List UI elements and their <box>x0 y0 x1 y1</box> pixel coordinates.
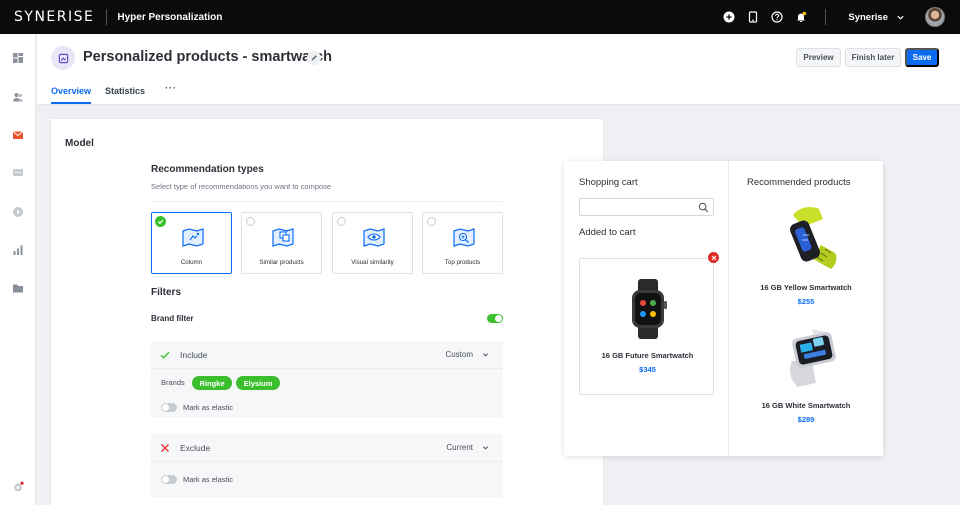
include-mode-value: Custom <box>445 350 473 359</box>
settings-gear-icon[interactable] <box>11 480 25 494</box>
remove-item-icon[interactable] <box>708 252 719 263</box>
recommended-product-price: $289 <box>797 415 815 424</box>
chevron-down-icon <box>897 15 904 20</box>
filters-title: Filters <box>151 287 182 298</box>
exclude-mode-select[interactable]: Current <box>446 443 489 452</box>
recommended-product-name: 16 GB White Smartwatch <box>761 401 851 410</box>
workspace-selector[interactable]: Synerise <box>848 12 905 23</box>
selected-check-icon <box>155 216 166 227</box>
app-title: Hyper Personalization <box>117 11 223 23</box>
include-mode-select[interactable]: Custom <box>445 350 489 359</box>
recommendation-types-title: Recommendation types <box>151 164 264 175</box>
column-recommendation-icon <box>182 228 204 247</box>
analytics-icon[interactable] <box>11 243 25 257</box>
recommendation-preview: Shopping cart Added to cart 16 GB Future… <box>564 161 883 456</box>
topbar-actions: Synerise <box>717 0 960 34</box>
cart-product-card[interactable]: 16 GB Future Smartwatch $345 <box>579 258 714 395</box>
communication-icon[interactable] <box>11 166 25 180</box>
save-button[interactable]: Save <box>905 48 939 67</box>
help-icon[interactable] <box>765 0 789 34</box>
exclude-header: Exclude Current <box>151 434 503 462</box>
include-panel: Include Custom Brands Ringke Elysium Mar… <box>151 341 503 417</box>
edit-title-icon[interactable] <box>307 51 321 65</box>
assets-folder-icon[interactable] <box>11 281 25 295</box>
rec-type-visual-similarity[interactable]: Visual similarity <box>332 212 413 274</box>
include-elastic-toggle[interactable] <box>161 403 177 412</box>
campaigns-mail-icon[interactable] <box>11 128 25 142</box>
radio-button[interactable] <box>246 217 255 226</box>
finish-later-button[interactable]: Finish later <box>845 48 901 67</box>
recommended-product-price: $255 <box>797 297 815 306</box>
radio-button[interactable] <box>427 217 436 226</box>
exclude-x-icon <box>161 444 169 452</box>
top-products-icon <box>453 228 475 247</box>
tab-bar: Overview Statistics ··· <box>51 83 191 104</box>
exclude-elastic-label: Mark as elastic <box>183 475 234 484</box>
recommendation-types-subtitle: Select type of recommendations you want … <box>151 182 332 191</box>
workspace-name: Synerise <box>848 11 888 23</box>
recommended-products-title: Recommended products <box>747 177 851 188</box>
topbar-divider-right <box>825 9 827 25</box>
sidebar <box>0 34 36 505</box>
user-avatar[interactable] <box>925 7 945 27</box>
chevron-down-icon <box>482 353 489 357</box>
brand-filter-label: Brand filter <box>151 314 194 323</box>
include-check-icon <box>160 351 170 359</box>
exclude-mode-value: Current <box>446 443 473 452</box>
similar-products-icon <box>272 228 294 247</box>
brands-label: Brands <box>161 378 185 387</box>
synerise-logo[interactable]: SYNERISE <box>14 9 94 25</box>
rec-type-label: Similar products <box>259 259 304 266</box>
rec-type-similar-products[interactable]: Similar products <box>241 212 322 274</box>
personalization-icon <box>51 46 75 70</box>
more-tabs-icon[interactable]: ··· <box>165 83 177 104</box>
cart-product-price: $345 <box>639 365 656 374</box>
brand-filter-toggle[interactable] <box>487 314 503 323</box>
topbar-divider <box>106 9 108 25</box>
added-to-cart-title: Added to cart <box>579 227 636 238</box>
rec-type-label: Column <box>180 259 203 266</box>
white-smartwatch-image <box>790 329 836 387</box>
rec-type-label: Top products <box>444 259 481 266</box>
include-elastic-label: Mark as elastic <box>183 403 234 412</box>
rec-type-label: Visual similarity <box>351 259 394 266</box>
automation-play-icon[interactable] <box>11 205 25 219</box>
exclude-panel: Exclude Current Mark as elastic <box>151 434 503 497</box>
page-header: Personalized products - smartwatch Previ… <box>37 34 960 105</box>
recommended-product-name: 16 GB Yellow Smartwatch <box>760 283 852 292</box>
model-card: Model Recommendation types Select type o… <box>51 119 603 505</box>
exclude-label: Exclude <box>180 443 211 453</box>
tab-overview[interactable]: Overview <box>51 86 92 104</box>
notification-bell-icon[interactable] <box>789 0 813 34</box>
cart-search-input[interactable] <box>579 198 714 216</box>
cart-product-name: 16 GB Future Smartwatch <box>601 351 694 360</box>
chevron-down-icon <box>482 446 489 450</box>
include-label: Include <box>180 350 208 360</box>
black-smartwatch-image <box>632 279 667 339</box>
rec-type-top-products[interactable]: Top products <box>422 212 503 274</box>
search-icon <box>698 202 709 213</box>
preview-button[interactable]: Preview <box>796 48 841 67</box>
rec-type-column[interactable]: Column <box>151 212 232 274</box>
section-divider <box>151 201 503 202</box>
tablet-icon[interactable] <box>741 0 765 34</box>
shopping-cart-title: Shopping cart <box>579 177 638 188</box>
page-title: Personalized products - smartwatch <box>83 49 332 65</box>
yellow-smartwatch-image <box>790 207 837 269</box>
brand-chip-elysium[interactable]: Elysium <box>236 376 280 390</box>
tab-statistics[interactable]: Statistics <box>105 86 145 104</box>
visual-similarity-eye-icon <box>363 228 385 247</box>
dashboard-icon[interactable] <box>11 51 25 65</box>
brand-chip-ringke[interactable]: Ringke <box>192 376 232 390</box>
exclude-elastic-toggle[interactable] <box>161 475 177 484</box>
users-icon[interactable] <box>11 90 25 104</box>
include-header: Include Custom <box>151 341 503 369</box>
preview-divider <box>728 161 729 456</box>
top-bar: SYNERISE Hyper Personalization Synerise <box>0 0 960 34</box>
radio-button[interactable] <box>337 217 346 226</box>
model-title: Model <box>65 138 94 149</box>
add-icon[interactable] <box>717 0 741 34</box>
